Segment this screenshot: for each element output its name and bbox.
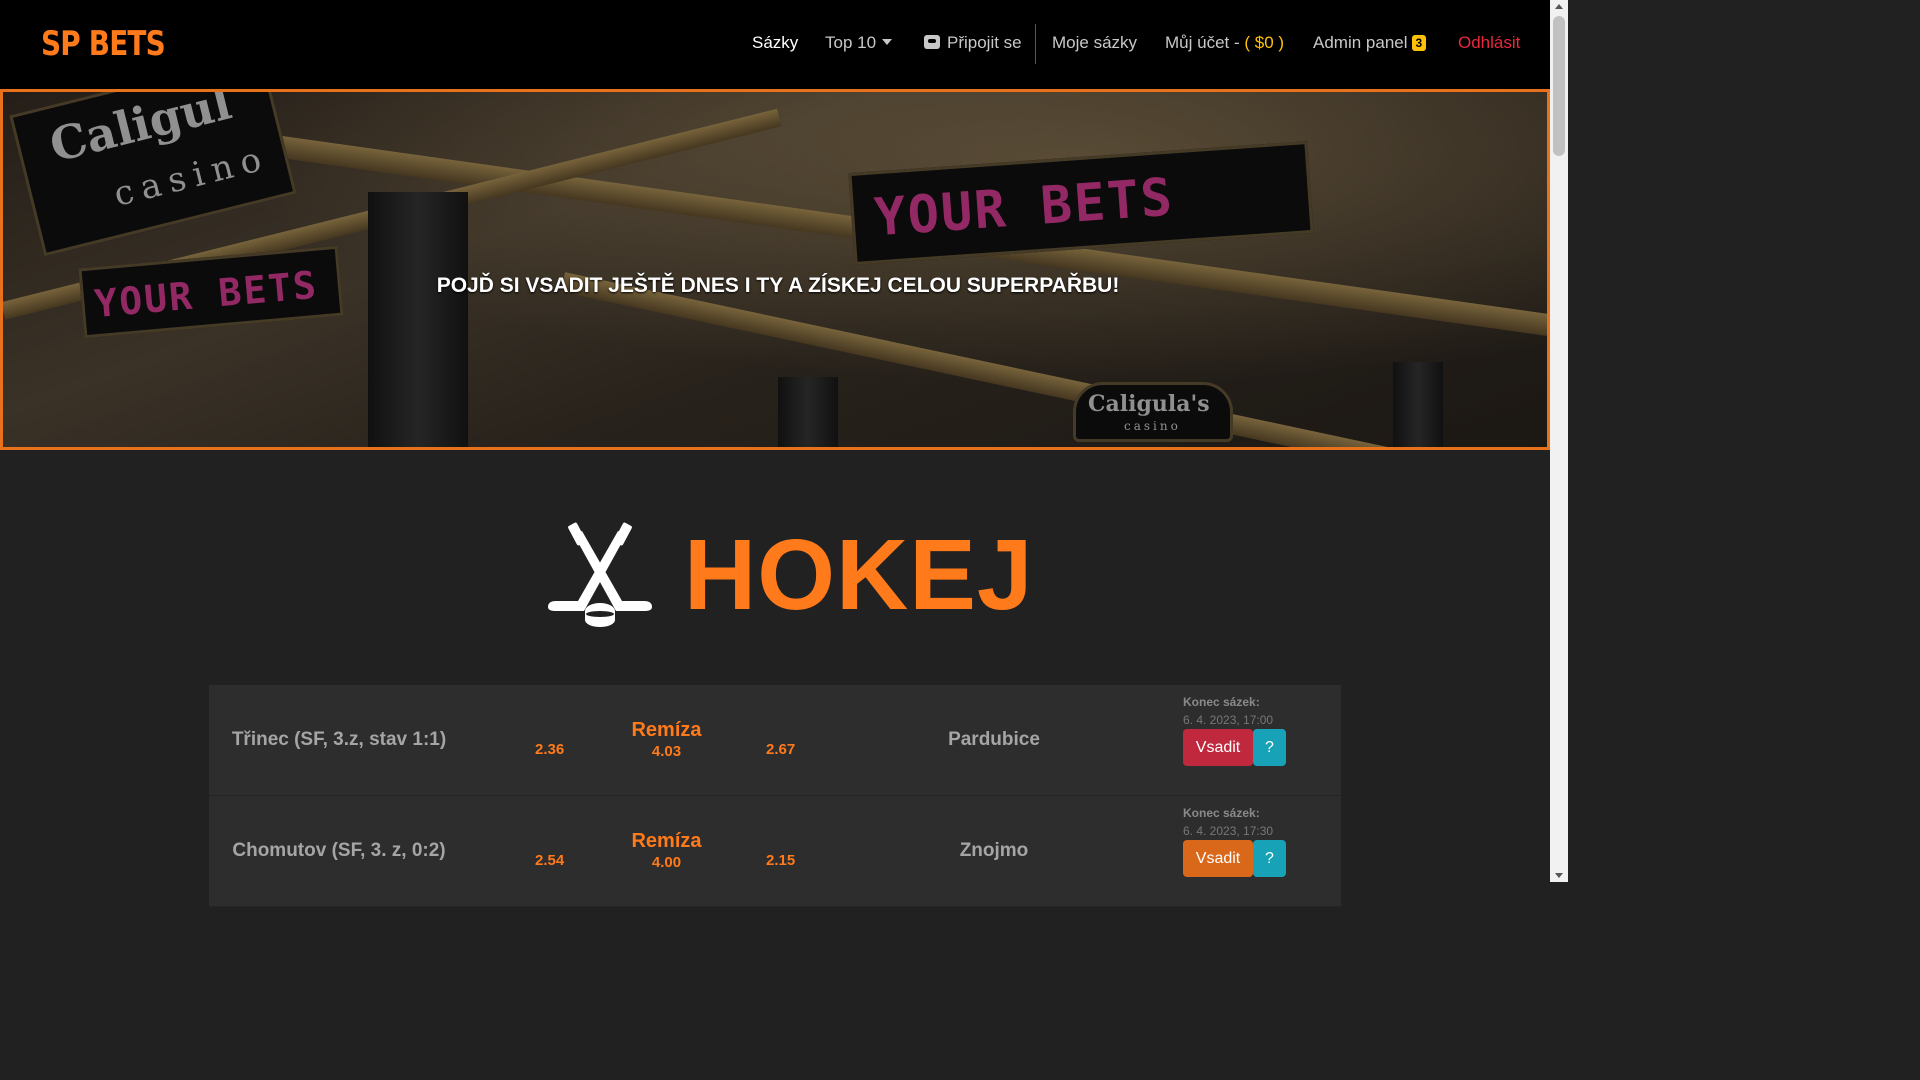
caret-down-icon <box>882 39 893 45</box>
draw-odd: 4.00 <box>651 854 682 871</box>
match-row: Chomutov (SF, 3. z, 0:2) 2.54 Remíza 4.0… <box>209 796 1341 907</box>
away-team: Pardubice <box>948 729 1040 750</box>
nav-logout[interactable]: Odhlásit <box>1458 33 1520 53</box>
nav-top10-label: Top 10 <box>825 33 877 52</box>
home-team: Třinec (SF, 3.z, stav 1:1) <box>231 729 447 750</box>
scroll-up-arrow-icon[interactable] <box>1555 4 1563 9</box>
nav-sazky[interactable]: Sázky <box>752 33 798 53</box>
odd-away-button[interactable]: 2.15 <box>766 852 795 869</box>
odd-home-button[interactable]: 2.36 <box>535 741 564 758</box>
deadline-date: 6. 4. 2023, 17:30 <box>1183 824 1274 838</box>
help-button[interactable]: ? <box>1253 840 1286 877</box>
scrollbar-thumb[interactable] <box>1553 16 1565 156</box>
hero-banner: Caligul casino YOUR BETS YOUR BETS Calig… <box>0 89 1550 450</box>
bet-button[interactable]: Vsadit <box>1183 840 1253 877</box>
nav-join-label: Připojit se <box>947 33 1022 52</box>
home-team: Chomutov (SF, 3. z, 0:2) <box>232 840 446 861</box>
odd-draw-button[interactable]: Remíza 4.00 <box>609 830 724 871</box>
away-team: Znojmo <box>959 840 1029 861</box>
draw-odd: 4.03 <box>651 743 682 760</box>
nav-join-discord[interactable]: Připojit se <box>924 33 1022 53</box>
odd-away-button[interactable]: 2.67 <box>766 741 795 758</box>
match-list: Třinec (SF, 3.z, stav 1:1) 2.36 Remíza 4… <box>209 685 1341 907</box>
hero-overlay <box>3 92 1547 447</box>
deadline-label: Konec sázek: <box>1183 806 1260 820</box>
page-scrollbar[interactable] <box>1550 0 1568 882</box>
scroll-down-arrow-icon[interactable] <box>1555 873 1563 878</box>
brand-logo[interactable]: SP BETS <box>41 24 166 64</box>
hero-title: POJĎ SI VSADIT JEŠTĚ DNES I TY A ZÍSKEJ … <box>436 274 1120 297</box>
hockey-sticks-icon <box>548 522 652 627</box>
account-balance: ( $0 ) <box>1244 33 1285 52</box>
match-row: Třinec (SF, 3.z, stav 1:1) 2.36 Remíza 4… <box>209 685 1341 796</box>
deadline-date: 6. 4. 2023, 17:00 <box>1183 713 1274 727</box>
draw-label: Remíza <box>631 719 702 741</box>
navbar: SP BETS Sázky Top 10 Připojit se Moje sá… <box>0 0 1550 89</box>
nav-divider <box>1035 24 1036 64</box>
odd-draw-button[interactable]: Remíza 4.03 <box>609 719 724 760</box>
odd-home-button[interactable]: 2.54 <box>535 852 564 869</box>
help-button[interactable]: ? <box>1253 729 1286 766</box>
deadline-label: Konec sázek: <box>1183 695 1260 709</box>
nav-top10-dropdown[interactable]: Top 10 <box>825 33 893 53</box>
section-header-hockey: HOKEJ <box>546 520 1034 630</box>
nav-admin-label: Admin panel <box>1313 33 1408 52</box>
discord-icon <box>924 35 940 49</box>
nav-my-bets[interactable]: Moje sázky <box>1052 33 1137 53</box>
bet-button[interactable]: Vsadit <box>1183 729 1253 766</box>
nav-account-label: Můj účet - <box>1165 33 1245 52</box>
admin-notification-badge: 3 <box>1411 35 1427 51</box>
section-title: HOKEJ <box>684 519 1034 631</box>
nav-admin-panel[interactable]: Admin panel 3 <box>1313 33 1427 53</box>
draw-label: Remíza <box>631 830 702 852</box>
nav-my-account[interactable]: Můj účet - ( $0 ) <box>1165 33 1284 53</box>
